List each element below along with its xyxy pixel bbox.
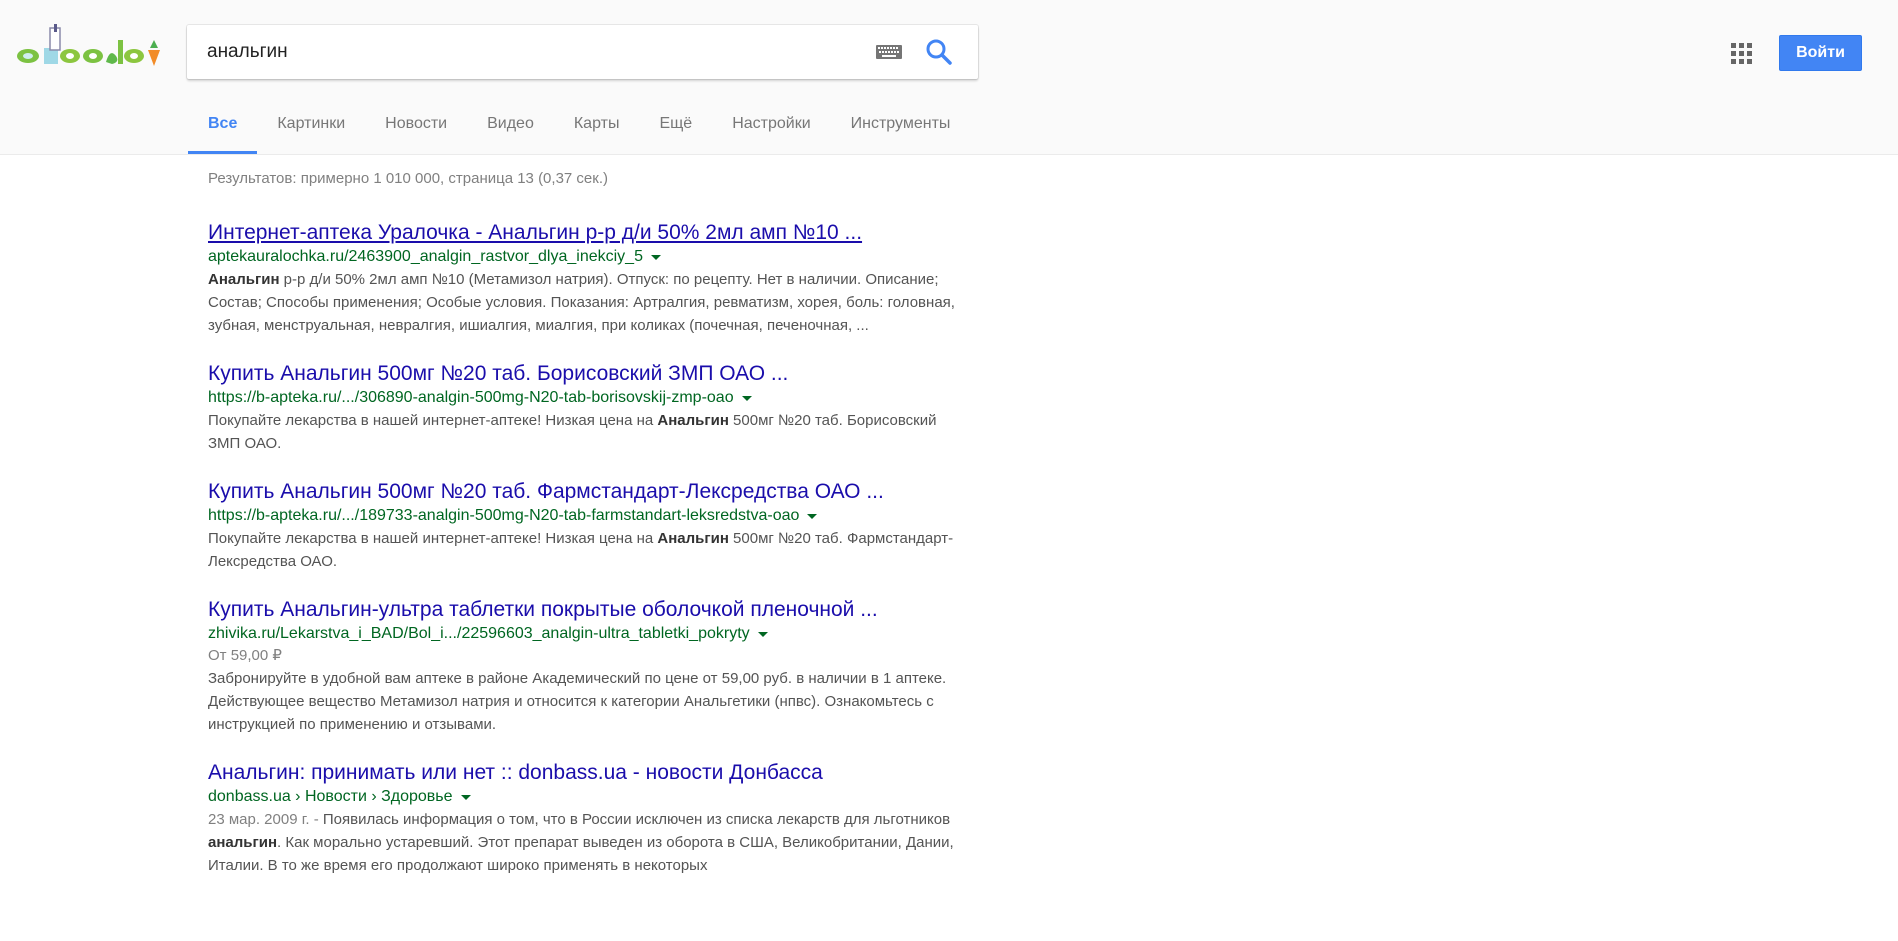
snippet-text: . Как морально устаревший. Этот препарат… [208, 834, 954, 874]
result-date: 23 мар. 2009 г. - [208, 811, 323, 828]
result-price: От 59,00 ₽ [208, 647, 282, 664]
result-title-link[interactable]: Купить Анальгин 500мг №20 таб. Фармстанд… [208, 479, 884, 505]
result-url: aptekauralochka.ru/2463900_analgin_rastv… [208, 246, 968, 268]
snippet-text: Появилась информация о том, что в России… [322, 811, 951, 828]
search-result: Купить Анальгин-ультра таблетки покрытые… [208, 597, 968, 736]
result-title-link[interactable]: Купить Анальгин-ультра таблетки покрытые… [208, 597, 878, 623]
doodle-logo-icon[interactable] [14, 22, 166, 74]
result-snippet: Покупайте лекарства в нашей интернет-апт… [208, 527, 968, 573]
search-input[interactable] [207, 25, 847, 79]
snippet-highlight: анальгин [208, 834, 278, 851]
result-snippet: Покупайте лекарства в нашей интернет-апт… [208, 409, 968, 455]
result-url: https://b-apteka.ru/.../189733-analgin-5… [208, 505, 968, 527]
search-icon[interactable] [925, 38, 953, 66]
search-result: Анальгин: принимать или нет :: donbass.u… [208, 760, 968, 877]
snippet-text: Забронируйте в удобной вам аптеке в райо… [208, 670, 947, 733]
chevron-down-icon[interactable] [741, 396, 752, 401]
result-snippet: 23 мар. 2009 г. - Появилась информация о… [208, 808, 968, 877]
result-title-link[interactable]: Интернет-аптека Уралочка - Анальгин р-р … [208, 220, 862, 246]
search-result: Интернет-аптека Уралочка - Анальгин р-р … [208, 220, 968, 337]
snippet-text: р-р д/и 50% 2мл амп №10 (Метамизол натри… [208, 271, 955, 334]
apps-grid-icon[interactable] [1731, 43, 1753, 65]
result-url-text: aptekauralochka.ru/2463900_analgin_rastv… [208, 248, 643, 265]
result-url-text: zhivika.ru/Lekarstva_i_BAD/Bol_i.../2259… [208, 625, 750, 642]
result-url: zhivika.ru/Lekarstva_i_BAD/Bol_i.../2259… [208, 623, 968, 645]
tab-tools[interactable]: Инструменты [831, 110, 971, 152]
chevron-down-icon[interactable] [807, 514, 818, 519]
tab-images[interactable]: Картинки [257, 110, 365, 152]
result-title-link[interactable]: Анальгин: принимать или нет :: donbass.u… [208, 760, 823, 786]
snippet-highlight: Анальгин [657, 530, 729, 547]
search-box [187, 25, 978, 79]
tab-maps[interactable]: Карты [554, 110, 640, 152]
keyboard-icon[interactable] [876, 45, 902, 59]
search-result: Купить Анальгин 500мг №20 таб. Борисовск… [208, 361, 968, 455]
result-snippet: Забронируйте в удобной вам аптеке в райо… [208, 667, 968, 736]
result-url-text: donbass.ua › Новости › Здоровье [208, 788, 453, 805]
results-list: Интернет-аптека Уралочка - Анальгин р-р … [208, 220, 968, 901]
tab-all[interactable]: Все [188, 110, 258, 154]
search-tabs: Все Картинки Новости Видео Карты Ещё Нас… [188, 110, 970, 154]
result-url-text: https://b-apteka.ru/.../306890-analgin-5… [208, 389, 734, 406]
header: Войти Все Картинки Новости Видео Карты Е… [0, 0, 1898, 155]
search-result: Купить Анальгин 500мг №20 таб. Фармстанд… [208, 479, 968, 573]
snippet-highlight: Анальгин [208, 271, 280, 288]
tab-news[interactable]: Новости [365, 110, 467, 152]
tab-settings[interactable]: Настройки [712, 110, 830, 152]
result-snippet: Анальгин р-р д/и 50% 2мл амп №10 (Метами… [208, 268, 968, 337]
tab-video[interactable]: Видео [467, 110, 554, 152]
snippet-text: Покупайте лекарства в нашей интернет-апт… [208, 530, 658, 547]
result-title-link[interactable]: Купить Анальгин 500мг №20 таб. Борисовск… [208, 361, 788, 387]
chevron-down-icon[interactable] [650, 255, 661, 260]
snippet-text: Покупайте лекарства в нашей интернет-апт… [208, 412, 658, 429]
chevron-down-icon[interactable] [460, 795, 471, 800]
snippet-highlight: Анальгин [657, 412, 729, 429]
signin-button[interactable]: Войти [1779, 35, 1862, 71]
chevron-down-icon[interactable] [757, 632, 768, 637]
result-url-text: https://b-apteka.ru/.../189733-analgin-5… [208, 507, 800, 524]
result-stats: Результатов: примерно 1 010 000, страниц… [208, 170, 608, 187]
tab-more[interactable]: Ещё [639, 110, 712, 152]
result-url: https://b-apteka.ru/.../306890-analgin-5… [208, 387, 968, 409]
result-url: donbass.ua › Новости › Здоровье [208, 786, 968, 808]
